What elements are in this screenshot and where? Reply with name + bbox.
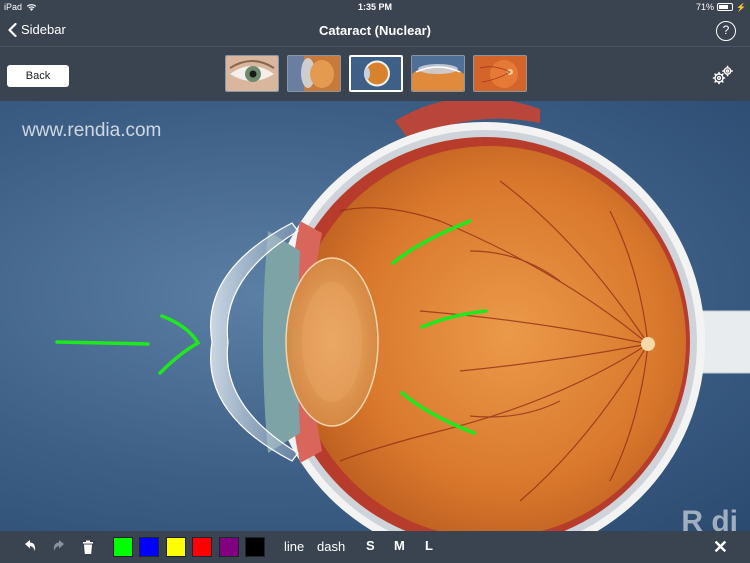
optic-disc <box>641 337 655 351</box>
retina-fundus-thumbnail[interactable] <box>473 55 527 92</box>
color-swatch-purple[interactable] <box>219 537 239 557</box>
size-large-button[interactable]: L <box>425 538 433 553</box>
back-button[interactable]: Back <box>7 65 69 87</box>
color-swatch-yellow[interactable] <box>166 537 186 557</box>
line-style-button[interactable]: line <box>284 539 304 554</box>
toolbar: Back <box>0 47 750 101</box>
sidebar-back-button[interactable]: Sidebar <box>8 22 66 37</box>
eye-lens-closeup-thumbnail[interactable] <box>287 55 341 92</box>
page-title: Cataract (Nuclear) <box>319 23 431 38</box>
eye-anterior-thumbnail[interactable] <box>411 55 465 92</box>
eye-crosssection-thumbnail[interactable] <box>349 55 403 92</box>
brand-watermark: R di <box>681 505 738 531</box>
watermark: www.rendia.com <box>22 120 162 141</box>
status-right: 71% ⚡ <box>696 2 746 12</box>
color-swatch-red[interactable] <box>192 537 212 557</box>
charging-icon: ⚡ <box>736 2 746 12</box>
color-swatch-blue[interactable] <box>139 537 159 557</box>
sidebar-back-label: Sidebar <box>21 22 66 37</box>
redo-icon[interactable] <box>51 539 67 555</box>
drawing-toolbar: line dash S M L ✕ <box>0 531 750 563</box>
size-small-button[interactable]: S <box>366 538 375 553</box>
clock: 1:35 PM <box>357 2 392 12</box>
settings-gears-icon[interactable] <box>712 65 734 85</box>
undo-icon[interactable] <box>22 539 38 555</box>
size-medium-button[interactable]: M <box>394 538 405 553</box>
eye-illustration-view[interactable]: www.rendia.com R di <box>0 101 750 531</box>
close-icon[interactable]: ✕ <box>713 537 728 558</box>
eye-cross-section-illustration <box>55 101 750 531</box>
help-button[interactable]: ? <box>716 21 736 41</box>
battery-icon <box>717 3 734 11</box>
nav-bar: Sidebar Cataract (Nuclear) ? <box>0 15 750 47</box>
annotation-arrow-shaft <box>55 340 150 346</box>
battery-level <box>719 5 728 9</box>
color-swatch-black[interactable] <box>245 537 265 557</box>
annotation-arrow-head <box>158 314 201 375</box>
trash-icon[interactable] <box>80 539 96 555</box>
dash-style-button[interactable]: dash <box>317 539 345 554</box>
status-bar: iPad 1:35 PM 71% ⚡ <box>0 0 750 15</box>
chevron-left-icon <box>8 22 17 37</box>
color-swatch-green[interactable] <box>113 537 133 557</box>
battery-percent: 71% <box>696 2 715 12</box>
thumbnail-strip <box>225 55 527 92</box>
eye-exterior-thumbnail[interactable] <box>225 55 279 92</box>
